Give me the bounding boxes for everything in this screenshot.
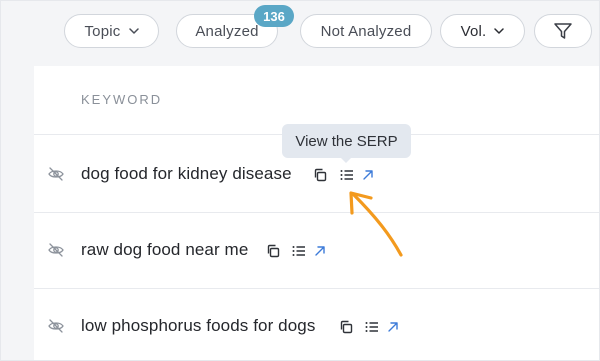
eye-slash-icon[interactable]: [47, 317, 65, 335]
copy-icon[interactable]: [265, 243, 281, 259]
chevron-down-icon: [494, 28, 505, 34]
keyword-text[interactable]: dog food for kidney disease: [81, 164, 292, 184]
not-analyzed-filter-label: Not Analyzed: [320, 22, 412, 40]
not-analyzed-filter-button[interactable]: Not Analyzed: [300, 14, 432, 48]
external-link-icon[interactable]: [360, 167, 376, 183]
serp-list-icon[interactable]: [364, 319, 380, 335]
keyword-text[interactable]: low phosphorus foods for dogs: [81, 316, 315, 336]
filter-funnel-button[interactable]: [534, 14, 592, 48]
eye-slash-icon[interactable]: [47, 165, 65, 183]
copy-icon[interactable]: [312, 167, 328, 183]
volume-filter-label: Vol.: [460, 22, 487, 40]
left-gutter: [0, 0, 35, 361]
topic-filter-label: Topic: [84, 22, 121, 40]
funnel-icon: [554, 23, 572, 39]
topic-filter-button[interactable]: Topic: [64, 14, 159, 48]
analyzed-count-badge: 136: [254, 5, 294, 27]
row-divider: [34, 212, 600, 213]
eye-slash-icon[interactable]: [47, 241, 65, 259]
keyword-text[interactable]: raw dog food near me: [81, 240, 248, 260]
row-divider: [34, 288, 600, 289]
volume-filter-button[interactable]: Vol.: [440, 14, 525, 48]
chevron-down-icon: [128, 28, 139, 34]
analyzed-filter-label: Analyzed: [195, 22, 259, 40]
annotation-arrow-icon: [349, 191, 403, 257]
serp-list-icon[interactable]: [339, 167, 355, 183]
external-link-icon[interactable]: [312, 243, 328, 259]
external-link-icon[interactable]: [385, 319, 401, 335]
tooltip-pointer: [339, 156, 353, 163]
view-serp-tooltip: View the SERP: [282, 124, 411, 158]
copy-icon[interactable]: [338, 319, 354, 335]
keyword-column-header: KEYWORD: [81, 92, 163, 107]
serp-list-icon[interactable]: [291, 243, 307, 259]
